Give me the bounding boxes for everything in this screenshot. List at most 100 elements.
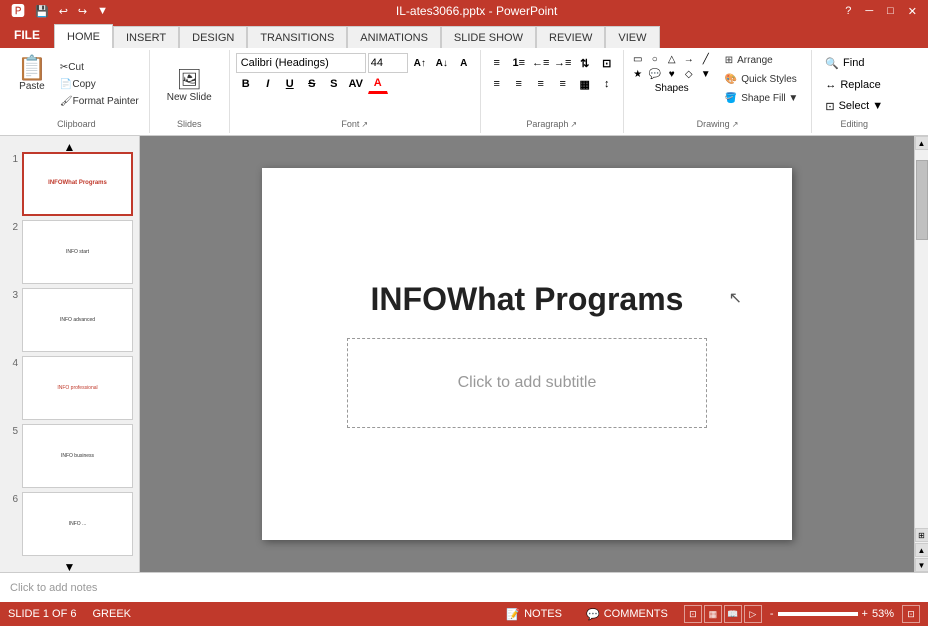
scroll-expand-button[interactable]: ⊞: [915, 528, 928, 542]
close-button[interactable]: ✕: [905, 4, 920, 19]
font-name-input[interactable]: [236, 53, 366, 73]
tab-view[interactable]: VIEW: [605, 26, 659, 48]
scroll-up-button[interactable]: ▲: [915, 136, 928, 150]
scrollbar-thumb[interactable]: [916, 160, 928, 240]
shape-more[interactable]: ▼: [698, 67, 714, 81]
scroll-prev-button[interactable]: ▲: [915, 543, 928, 557]
notes-area[interactable]: Click to add notes: [0, 572, 928, 602]
drawing-expand-icon[interactable]: ↗: [732, 120, 739, 129]
shape-fill-button[interactable]: 🪣 Shape Fill ▼: [718, 90, 806, 107]
tab-design[interactable]: DESIGN: [179, 26, 247, 48]
comments-button[interactable]: 💬 COMMENTS: [578, 607, 676, 622]
slide-sorter-button[interactable]: ▦: [704, 605, 722, 623]
strikethrough-button[interactable]: S: [302, 74, 322, 94]
slide-thumb-2[interactable]: 2 INFO start: [6, 220, 133, 284]
bold-button[interactable]: B: [236, 74, 256, 94]
zoom-plus-button[interactable]: +: [862, 608, 868, 620]
tab-review[interactable]: REVIEW: [536, 26, 605, 48]
find-button[interactable]: 🔍 Find: [818, 54, 890, 73]
slide-thumb-3[interactable]: 3 INFO advanced: [6, 288, 133, 352]
slide-panel[interactable]: ▲ 1 INFOWhat Programs 2 INFO start 3 INF…: [0, 136, 140, 572]
shadow-button[interactable]: S: [324, 74, 344, 94]
tab-home[interactable]: HOME: [54, 24, 113, 48]
bullets-button[interactable]: ≡: [487, 53, 507, 73]
quick-styles-button[interactable]: 🎨 Quick Styles: [718, 71, 806, 88]
numbering-button[interactable]: 1≡: [509, 53, 529, 73]
font-color-button[interactable]: A: [368, 74, 388, 94]
slide-thumb-4[interactable]: 4 INFO professional: [6, 356, 133, 420]
notes-button[interactable]: 📝 NOTES: [498, 607, 570, 622]
shape-oval[interactable]: ○: [647, 52, 663, 66]
slide-img-5[interactable]: INFO business: [22, 424, 133, 488]
shape-arrow[interactable]: →: [681, 52, 697, 66]
copy-button[interactable]: 📄 Copy: [56, 77, 143, 92]
slide-img-6[interactable]: INFO ...: [22, 492, 133, 556]
tab-animations[interactable]: ANIMATIONS: [347, 26, 441, 48]
paragraph-expand-icon[interactable]: ↗: [570, 120, 577, 129]
shape-heart[interactable]: ♥: [664, 67, 680, 81]
minimize-button[interactable]: ─: [862, 4, 876, 19]
shape-rect[interactable]: ▭: [630, 52, 646, 66]
format-painter-button[interactable]: 🖌 Format Painter: [56, 94, 143, 109]
align-left-button[interactable]: ≡: [487, 74, 507, 94]
align-right-button[interactable]: ≡: [531, 74, 551, 94]
decrease-indent-button[interactable]: ←≡: [531, 53, 551, 73]
shape-line[interactable]: ╱: [698, 52, 714, 66]
save-button[interactable]: 💾: [32, 4, 52, 19]
panel-scroll-down[interactable]: ▼: [4, 560, 135, 568]
text-direction-button[interactable]: ⇅: [575, 53, 595, 73]
reading-view-button[interactable]: 📖: [724, 605, 742, 623]
canvas-area[interactable]: INFOWhat Programs Click to add subtitle …: [140, 136, 914, 572]
tab-transitions[interactable]: TRANSITIONS: [247, 26, 347, 48]
underline-button[interactable]: U: [280, 74, 300, 94]
slide-img-3[interactable]: INFO advanced: [22, 288, 133, 352]
tab-insert[interactable]: INSERT: [113, 26, 179, 48]
slide-img-2[interactable]: INFO start: [22, 220, 133, 284]
scroll-next-button[interactable]: ▼: [915, 558, 928, 572]
columns-button[interactable]: ▦: [575, 74, 595, 94]
font-expand-icon[interactable]: ↗: [361, 120, 368, 129]
panel-scroll-up[interactable]: ▲: [4, 140, 135, 148]
arrange-button[interactable]: ⊞ Arrange: [718, 52, 806, 69]
char-spacing-button[interactable]: AV: [346, 74, 366, 94]
redo-button[interactable]: ↪: [75, 4, 90, 19]
tab-file[interactable]: FILE: [0, 22, 54, 48]
slideshow-button[interactable]: ▷: [744, 605, 762, 623]
undo-button[interactable]: ↩: [56, 4, 71, 19]
scrollbar-track[interactable]: [915, 150, 928, 528]
increase-indent-button[interactable]: →≡: [553, 53, 573, 73]
shape-star[interactable]: ★: [630, 67, 646, 81]
shape-callout[interactable]: 💬: [647, 67, 663, 81]
slide-main-title[interactable]: INFOWhat Programs: [371, 281, 684, 318]
zoom-minus-button[interactable]: -: [770, 608, 774, 620]
shape-diamond[interactable]: ◇: [681, 67, 697, 81]
slide-thumb-5[interactable]: 5 INFO business: [6, 424, 133, 488]
fit-slide-button[interactable]: ⊡: [902, 605, 920, 623]
italic-button[interactable]: I: [258, 74, 278, 94]
font-size-input[interactable]: [368, 53, 408, 73]
tab-slideshow[interactable]: SLIDE SHOW: [441, 26, 536, 48]
replace-button[interactable]: ↔ Replace: [818, 76, 890, 94]
line-spacing-button[interactable]: ↕: [597, 74, 617, 94]
cut-button[interactable]: ✂ Cut: [56, 60, 143, 75]
zoom-slider[interactable]: [778, 612, 858, 616]
align-text-button[interactable]: ⊡: [597, 53, 617, 73]
help-button[interactable]: ?: [842, 4, 854, 19]
shape-triangle[interactable]: △: [664, 52, 680, 66]
slide-img-1[interactable]: INFOWhat Programs: [22, 152, 133, 216]
select-button[interactable]: ⊡ Select ▼: [818, 97, 890, 116]
restore-button[interactable]: □: [884, 4, 897, 19]
clear-format-button[interactable]: A: [454, 53, 474, 73]
slide-subtitle-placeholder[interactable]: Click to add subtitle: [347, 338, 707, 428]
paste-button[interactable]: 📋 Paste: [10, 52, 54, 117]
slide-canvas[interactable]: INFOWhat Programs Click to add subtitle …: [262, 168, 792, 540]
increase-font-button[interactable]: A↑: [410, 53, 430, 73]
slide-thumb-1[interactable]: 1 INFOWhat Programs: [6, 152, 133, 216]
decrease-font-button[interactable]: A↓: [432, 53, 452, 73]
align-center-button[interactable]: ≡: [509, 74, 529, 94]
new-slide-button[interactable]: 🖼 New Slide: [162, 64, 217, 106]
slide-thumb-6[interactable]: 6 INFO ...: [6, 492, 133, 556]
slide-img-4[interactable]: INFO professional: [22, 356, 133, 420]
justify-button[interactable]: ≡: [553, 74, 573, 94]
normal-view-button[interactable]: ⊡: [684, 605, 702, 623]
